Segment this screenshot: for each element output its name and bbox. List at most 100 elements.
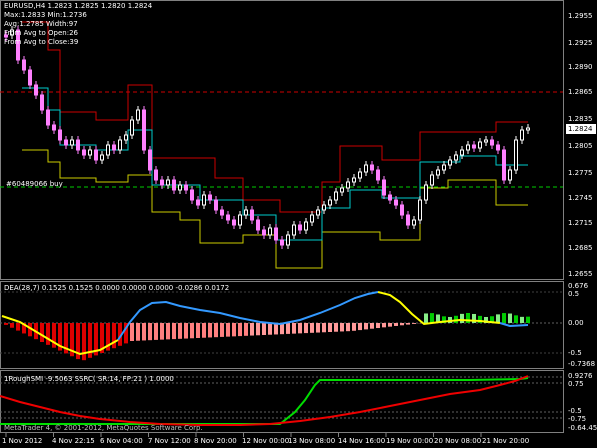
dea-hist-bar [4, 323, 8, 325]
price-tick: 1.2745 [568, 194, 593, 202]
candle-body [448, 159, 452, 166]
candle-body [34, 84, 38, 96]
price-tick: 1.2955 [568, 12, 593, 20]
dea-hist-bar [514, 315, 518, 323]
dea-hist-bar [40, 323, 44, 342]
dea-hist-bar [328, 323, 332, 332]
from-open-info: From Avg to Open:26 [4, 29, 78, 37]
time-tick: 12 Nov 00:00 [242, 437, 290, 445]
from-close-info: From Avg to Close:39 [4, 38, 79, 46]
time-tick: 21 Nov 20:00 [482, 437, 530, 445]
trade-order-label[interactable]: #60489066 buy [6, 180, 63, 188]
dea-hist-bar [220, 323, 224, 337]
candle-body [274, 227, 278, 241]
candle-body [208, 194, 212, 201]
price-tick: 1.2925 [568, 39, 593, 47]
dea-hist-bar [190, 323, 194, 339]
candle-body [250, 209, 254, 221]
price-tick: 1.2775 [568, 169, 593, 177]
candle-body [100, 154, 104, 161]
dea-hist-bar [370, 323, 374, 329]
dea-hist-bar [112, 323, 116, 349]
candle-body [358, 171, 362, 179]
candle-body [424, 184, 428, 201]
time-tick: 6 Nov 04:00 [100, 437, 143, 445]
dea-hist-bar [226, 323, 230, 337]
dea-hist-bar [382, 323, 386, 328]
time-tick: 20 Nov 08:00 [434, 437, 482, 445]
dea-hist-bar [202, 323, 206, 338]
candle-body [490, 139, 494, 146]
candle-body [124, 134, 128, 141]
dea-hist-bar [256, 323, 260, 336]
candle-body [52, 124, 56, 131]
candle-body [484, 139, 488, 143]
candle-body [346, 181, 350, 189]
dea-axis-tick: -0.5 [568, 349, 582, 357]
dea-hist-bar [400, 323, 404, 326]
dea-hist-bar [364, 323, 368, 330]
dea-hist-bar [292, 323, 296, 334]
dea-hist-bar [46, 323, 50, 345]
time-tick: 4 Nov 22:15 [52, 437, 95, 445]
dea-hist-bar [310, 323, 314, 333]
price-tick: 1.2805 [568, 142, 593, 150]
dea-hist-bar [262, 323, 266, 335]
dea-hist-bar [346, 323, 350, 332]
dea-hist-bar [502, 313, 506, 323]
rough-green-line [0, 377, 529, 425]
candle-body [256, 219, 260, 231]
candle-body [352, 177, 356, 183]
dea-hist-bar [250, 323, 254, 336]
candle-body [520, 129, 524, 141]
candle-body [190, 189, 194, 201]
candle-body [460, 149, 464, 156]
price-tick: 1.2655 [568, 270, 593, 278]
dea-hist-bar [334, 323, 338, 332]
dea-panel-title: DEA(28,7) 0.1525 0.1525 0.0000 0.0000 0.… [4, 284, 230, 292]
dea-hist-bar [136, 323, 140, 341]
dea-hist-bar [520, 316, 524, 323]
rough-panel-title: 1RoughSMI -9.5063 SSRC( SR:14, FP:21 ) 1… [4, 375, 174, 383]
candle-body [292, 224, 296, 236]
dea-hist-bar [430, 313, 434, 323]
dea-hist-bar [376, 323, 380, 329]
rough-axis-tick: -0.64.458 [568, 424, 597, 432]
candle-body [64, 139, 68, 146]
candle-body [136, 109, 140, 121]
candle-body [388, 194, 392, 201]
candle-body [394, 199, 398, 206]
candle-body [58, 129, 62, 141]
dea-hist-bar [232, 323, 236, 337]
dea-hist-bar [316, 323, 320, 333]
candle-body [22, 59, 26, 71]
candle-body [472, 144, 476, 149]
candle-body [220, 209, 224, 216]
candle-body [148, 149, 152, 171]
candle-body [106, 144, 110, 156]
candle-body [88, 149, 92, 156]
candle-body [214, 199, 218, 211]
candle-body [268, 227, 272, 236]
dea-hist-bar [358, 323, 362, 331]
time-tick: 1 Nov 2012 [2, 437, 43, 445]
time-tick: 19 Nov 00:00 [386, 437, 434, 445]
candle-body [514, 139, 518, 171]
candle-body [478, 141, 482, 149]
candle-body [76, 139, 80, 151]
lower-band-line [22, 149, 528, 269]
dea-hist-bar [142, 323, 146, 341]
candle-body [244, 209, 248, 216]
candle-body [340, 187, 344, 193]
candle-body [310, 214, 314, 223]
dea-hist-bar [406, 323, 410, 325]
candle-body [328, 199, 332, 206]
candle-body [118, 139, 122, 151]
dea-hist-bar [244, 323, 248, 336]
candle-body [166, 179, 170, 186]
dea-axis-tick: 0.00 [568, 319, 584, 327]
candle-body [154, 169, 158, 181]
candle-body [406, 214, 410, 226]
dea-hist-bar [268, 323, 272, 335]
dea-hist-bar [154, 323, 158, 340]
